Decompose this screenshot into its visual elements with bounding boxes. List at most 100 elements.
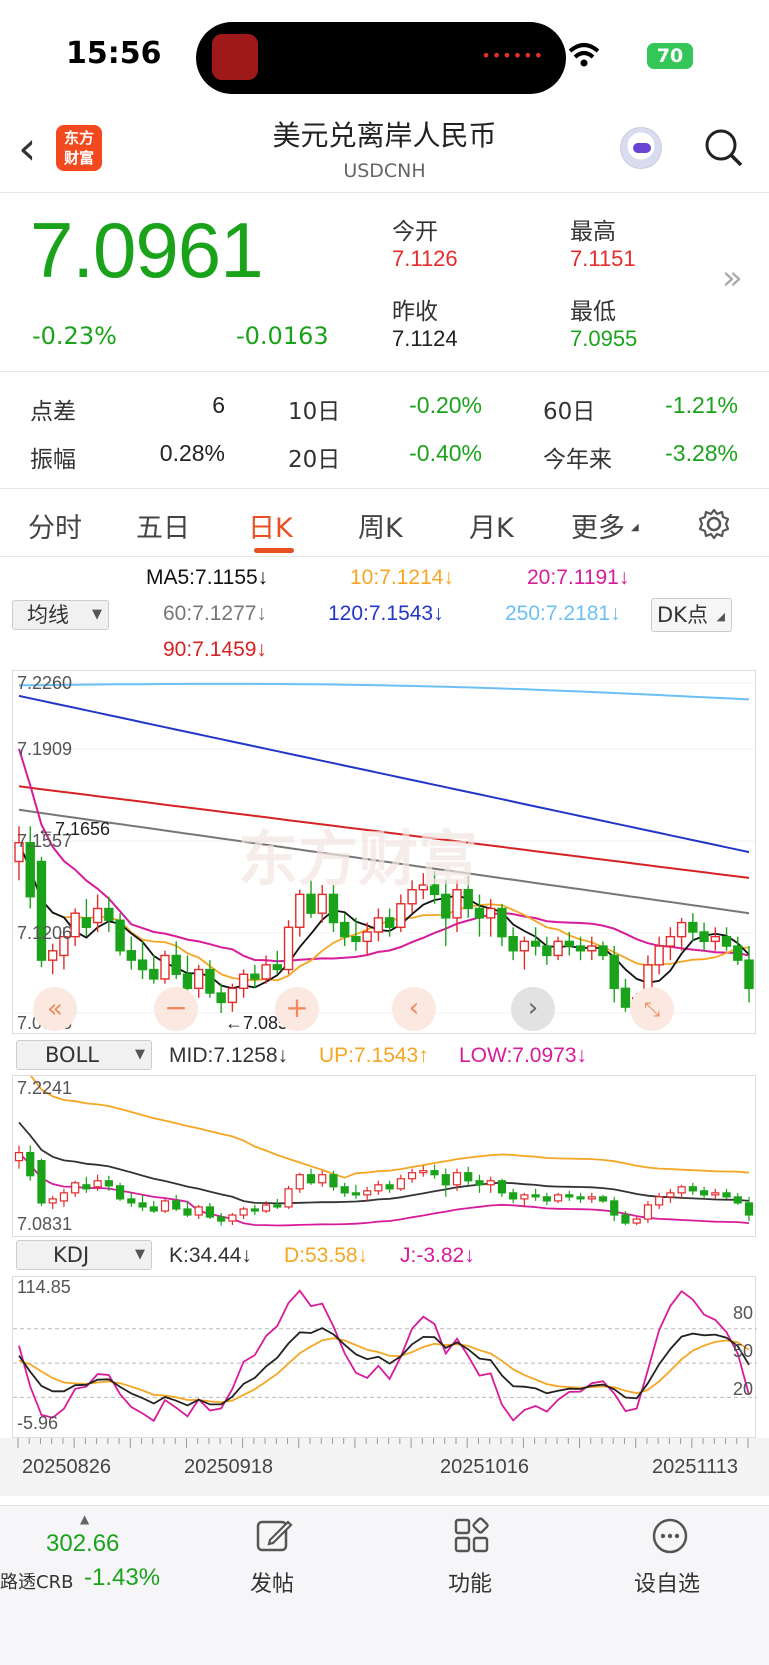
ma60-legend: 60:7.1277↓	[163, 602, 267, 625]
boll-candle-body	[565, 1194, 574, 1198]
crb-index-label[interactable]: 路透CRB	[0, 1568, 73, 1594]
kdj-j-line	[18, 1289, 750, 1423]
candle-body	[508, 935, 518, 952]
prev-close-value: 7.1124	[392, 326, 458, 351]
expand-up-icon[interactable]: ▲	[80, 1512, 89, 1526]
boll-candle-body	[340, 1186, 349, 1194]
boll-candle-body	[205, 1206, 215, 1218]
grid-functions-icon[interactable]	[452, 1516, 492, 1556]
divider	[0, 556, 769, 557]
open-label: 今开	[392, 219, 438, 245]
boll-candle-body	[497, 1180, 507, 1194]
ai-assistant-icon[interactable]	[620, 127, 662, 169]
candle-body	[351, 935, 361, 943]
boll-candle-body	[59, 1192, 69, 1202]
scroll-left-button[interactable]: ‹	[392, 987, 436, 1031]
indicator-select-kdj[interactable]: KDJ ▼	[16, 1240, 152, 1270]
boll-candle-body	[677, 1186, 686, 1194]
candle-body	[598, 945, 608, 957]
boll-candle-body	[542, 1196, 551, 1202]
kdj-chart[interactable]: 114.85 -5.96 80 50 20	[12, 1276, 757, 1438]
kdj-canvas	[13, 1289, 757, 1423]
kdj-k-line	[18, 1327, 750, 1407]
indicator-select-boll[interactable]: BOLL ▼	[16, 1040, 152, 1070]
date-ticks	[17, 1438, 749, 1448]
candle-body	[261, 964, 271, 980]
boll-candle-body	[363, 1190, 372, 1196]
settings-gear-icon[interactable]	[697, 507, 731, 541]
ma10-legend: 10:7.1214↓	[350, 566, 454, 589]
ma250-legend: 250:7.2181↓	[505, 602, 621, 625]
crb-index-change[interactable]: -1.43%	[84, 1564, 160, 1592]
candle-body	[137, 959, 148, 971]
tab-3[interactable]: 周K	[358, 506, 403, 545]
kdj-level-20: 20	[732, 1379, 753, 1399]
boll-candle-body	[666, 1192, 675, 1198]
stat-value: -0.40%	[409, 440, 482, 466]
tab-1[interactable]: 五日	[136, 506, 190, 545]
high-value: 7.1151	[570, 246, 636, 271]
boll-candle-body	[183, 1208, 192, 1216]
date-label-4: 20251113	[652, 1456, 739, 1478]
stat-value: 0.28%	[159, 440, 225, 466]
indicator-select-ma[interactable]: 均线 ▼	[12, 600, 109, 630]
scroll-right-button[interactable]: ›	[511, 987, 555, 1031]
boll-candle-body	[587, 1196, 596, 1200]
functions-button[interactable]: 功能	[448, 1566, 492, 1598]
boll-candle-body	[621, 1214, 630, 1224]
boll-candle-body	[115, 1185, 125, 1200]
boll-candle-body	[385, 1184, 394, 1190]
ma250-line	[18, 682, 750, 701]
boll-chart[interactable]: 7.2241 7.0831	[12, 1075, 756, 1237]
fullscreen-icon[interactable]: ⤡	[630, 987, 674, 1031]
boll-candle-body	[441, 1174, 450, 1186]
more-circle-icon[interactable]	[650, 1516, 690, 1556]
boll-candle-body	[744, 1202, 754, 1216]
boll-candle-body	[655, 1196, 664, 1206]
boll-candle-body	[306, 1174, 316, 1184]
boll-candle-body	[71, 1182, 80, 1194]
search-icon[interactable]	[703, 127, 743, 167]
post-button[interactable]: 发帖	[250, 1566, 294, 1598]
add-watchlist-button[interactable]: 设自选	[634, 1566, 700, 1598]
zoom-out-button[interactable]: −	[154, 987, 198, 1031]
scroll-left-fast-button[interactable]: «	[33, 987, 77, 1031]
kline-chart[interactable]: 东方财富 7.2260 7.1909 7.1557 7.1206 7.0855 …	[12, 670, 757, 1034]
stat-value: 6	[212, 392, 225, 418]
dk-point-select[interactable]: DK点 ◢	[651, 598, 732, 632]
tab-0[interactable]: 分时	[28, 506, 82, 545]
tab-4[interactable]: 月K	[469, 506, 514, 545]
post-edit-icon[interactable]	[254, 1516, 294, 1556]
candle-body	[205, 968, 215, 994]
boll-candle-body	[104, 1180, 113, 1187]
boll-candle-body	[452, 1172, 462, 1186]
zoom-in-button[interactable]: +	[275, 987, 319, 1031]
boll-candle-body	[138, 1202, 147, 1208]
boll-candle-body	[239, 1208, 248, 1216]
crb-index-value[interactable]: 302.66	[46, 1530, 119, 1558]
candle-body	[171, 954, 181, 975]
tab-5[interactable]: 更多	[571, 506, 625, 545]
y-label-1: 7.2260	[17, 673, 73, 693]
candle-body	[609, 954, 619, 990]
candle-body	[36, 860, 47, 961]
boll-candle-body	[711, 1192, 720, 1196]
battery-icon: 70	[647, 43, 693, 69]
boll-candle-body	[127, 1198, 136, 1204]
kdj-k-legend: K:34.44↓	[169, 1244, 252, 1267]
stat-label: 点差	[30, 399, 76, 425]
boll-candle-body	[351, 1192, 361, 1196]
candle-body	[699, 931, 709, 943]
candle-body	[620, 987, 631, 1008]
candle-body	[654, 945, 664, 966]
boll-y-bottom: 7.0831	[17, 1214, 73, 1234]
expand-quote-chevron-icon[interactable]: »	[722, 258, 743, 298]
boll-candle-body	[598, 1196, 608, 1202]
stat-label: 10日	[288, 399, 341, 425]
tab-2[interactable]: 日K	[248, 506, 293, 545]
candle-body	[295, 893, 305, 928]
ma5-legend: MA5:7.1155↓	[146, 566, 269, 589]
kdj-level-50: 50	[732, 1341, 753, 1361]
candle-body	[688, 921, 698, 933]
y-label-4: 7.1206	[17, 923, 73, 943]
